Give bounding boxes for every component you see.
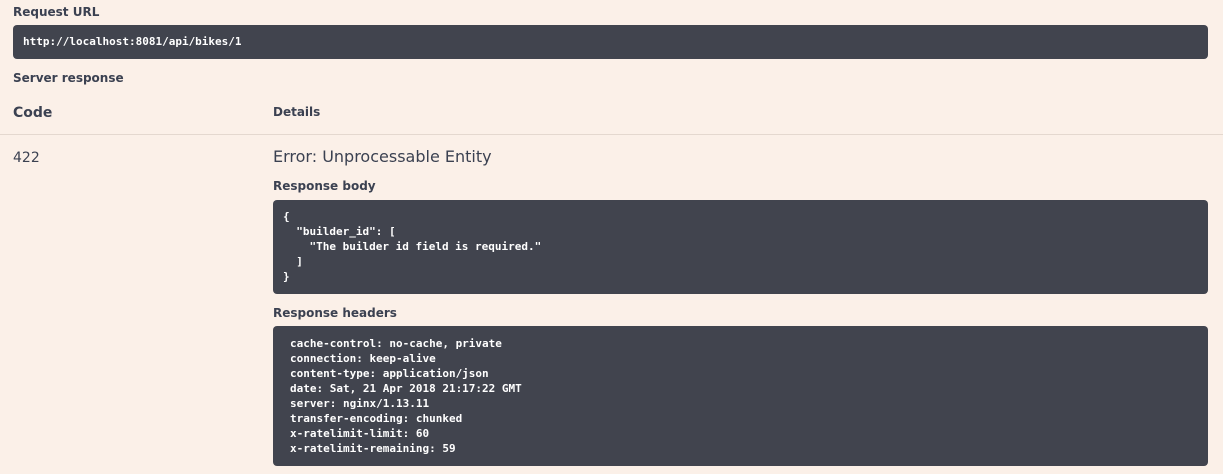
- response-header-line: content-type: application/json: [290, 367, 489, 380]
- response-header-line: cache-control: no-cache, private: [290, 337, 502, 350]
- response-body-line: ]: [283, 255, 303, 268]
- response-body-content: { "builder_id": [ "The builder id field …: [283, 209, 1198, 284]
- response-body-line: }: [283, 270, 290, 283]
- response-header-line: transfer-encoding: chunked: [290, 412, 463, 425]
- response-status-code: 422: [13, 150, 40, 166]
- server-response-label: Server response: [13, 71, 124, 85]
- response-header-line: server: nginx/1.13.11: [290, 397, 430, 410]
- response-body-box[interactable]: { "builder_id": [ "The builder id field …: [273, 200, 1208, 294]
- response-header-line: x-ratelimit-limit: 60: [290, 427, 430, 440]
- response-header-line: connection: keep-alive: [290, 352, 436, 365]
- response-body-line: "builder_id": [: [283, 225, 396, 238]
- response-headers-label: Response headers: [273, 306, 397, 320]
- error-title: Error: Unprocessable Entity: [273, 147, 492, 166]
- response-body-line: "The builder id field is required.": [283, 240, 542, 253]
- details-column-header: Details: [273, 105, 321, 119]
- request-url-value: http://localhost:8081/api/bikes/1: [23, 35, 242, 48]
- request-url-label: Request URL: [13, 5, 100, 19]
- response-body-line: {: [283, 210, 290, 223]
- table-divider: [0, 134, 1223, 135]
- response-header-line: x-ratelimit-remaining: 59: [290, 442, 456, 455]
- code-column-header: Code: [13, 105, 53, 121]
- response-headers-content: cache-control: no-cache, private connect…: [290, 336, 1191, 456]
- response-headers-box[interactable]: cache-control: no-cache, private connect…: [273, 326, 1208, 466]
- request-url-box[interactable]: http://localhost:8081/api/bikes/1: [13, 25, 1208, 59]
- response-header-line: date: Sat, 21 Apr 2018 21:17:22 GMT: [290, 382, 522, 395]
- response-body-label: Response body: [273, 179, 376, 193]
